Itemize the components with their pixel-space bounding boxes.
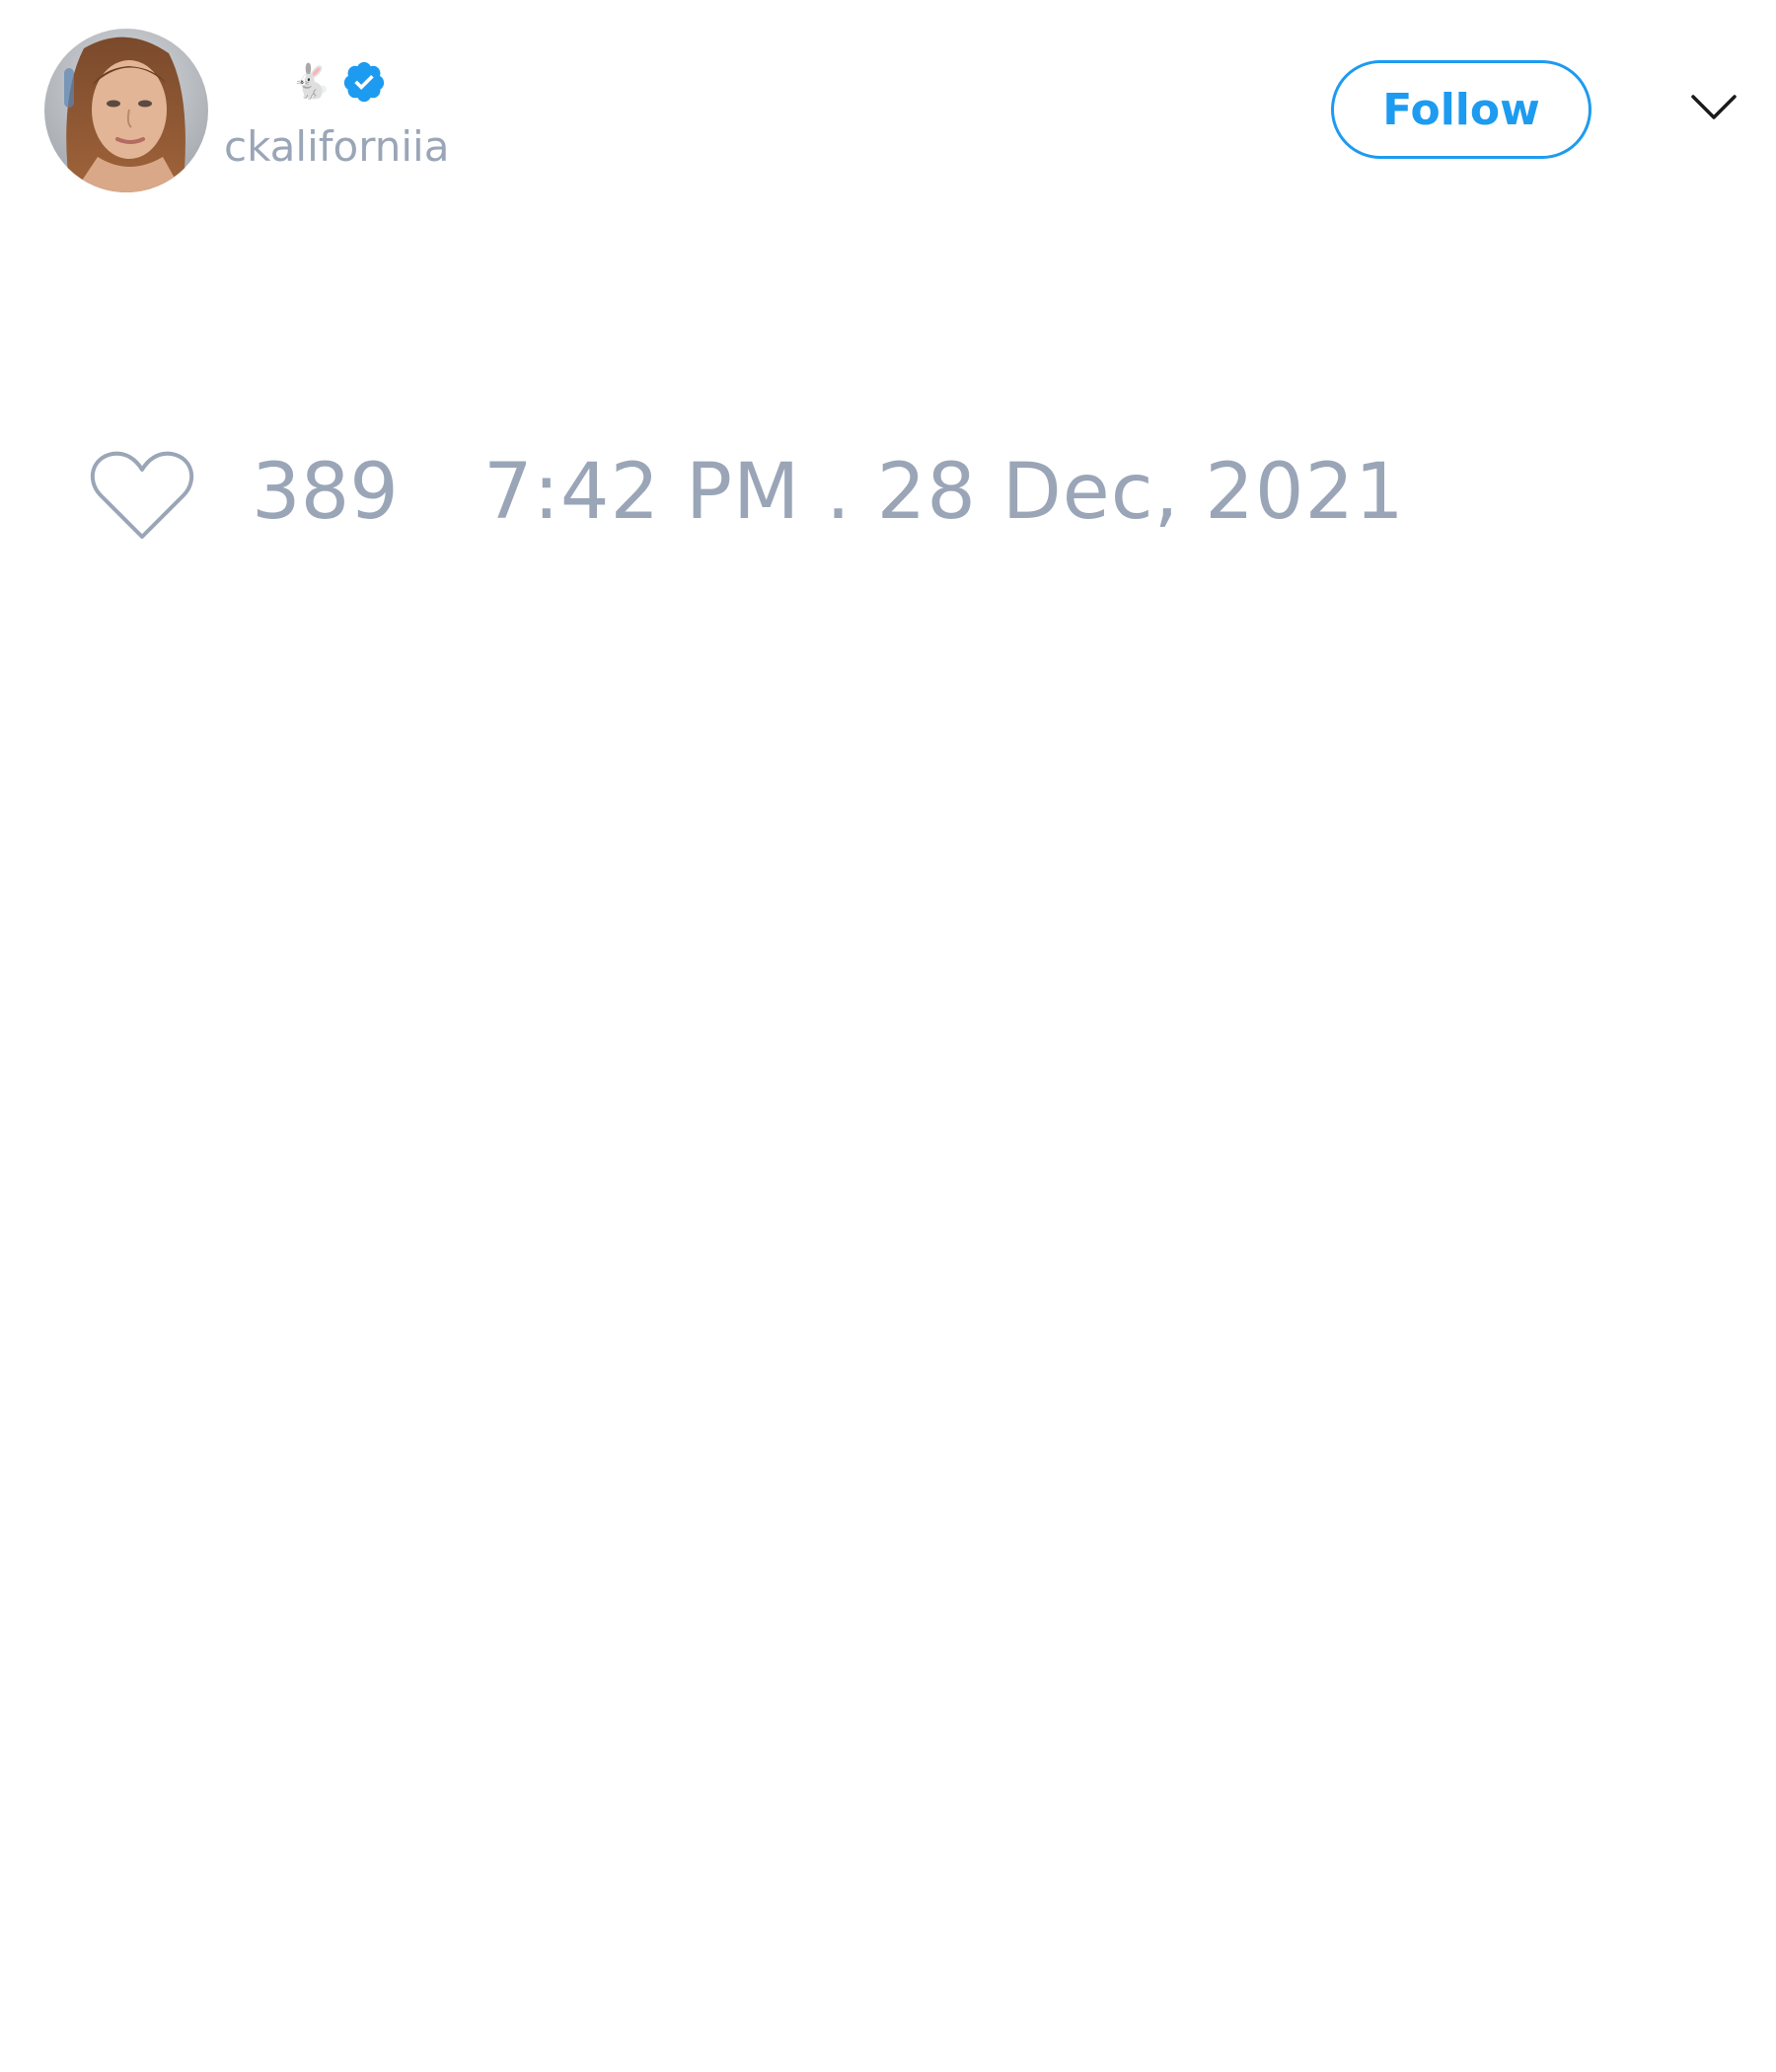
tweet-card: 🐇 ckaliforniia Follow 389 7:42 PM . 28 D… — [0, 0, 1776, 2072]
handle[interactable]: ckaliforniia — [224, 126, 449, 168]
display-name[interactable]: 🐇 — [290, 55, 387, 109]
timestamp[interactable]: 7:42 PM . 28 Dec, 2021 — [483, 454, 1405, 531]
like-count: 389 — [252, 448, 399, 537]
chevron-down-icon[interactable] — [1690, 93, 1738, 122]
display-name-text: 🐇 — [290, 62, 333, 102]
heart-outline-icon[interactable] — [89, 448, 195, 543]
verified-badge-icon — [344, 61, 385, 103]
profile-photo — [44, 29, 208, 192]
avatar[interactable] — [44, 29, 208, 192]
follow-button[interactable]: Follow — [1331, 60, 1591, 159]
